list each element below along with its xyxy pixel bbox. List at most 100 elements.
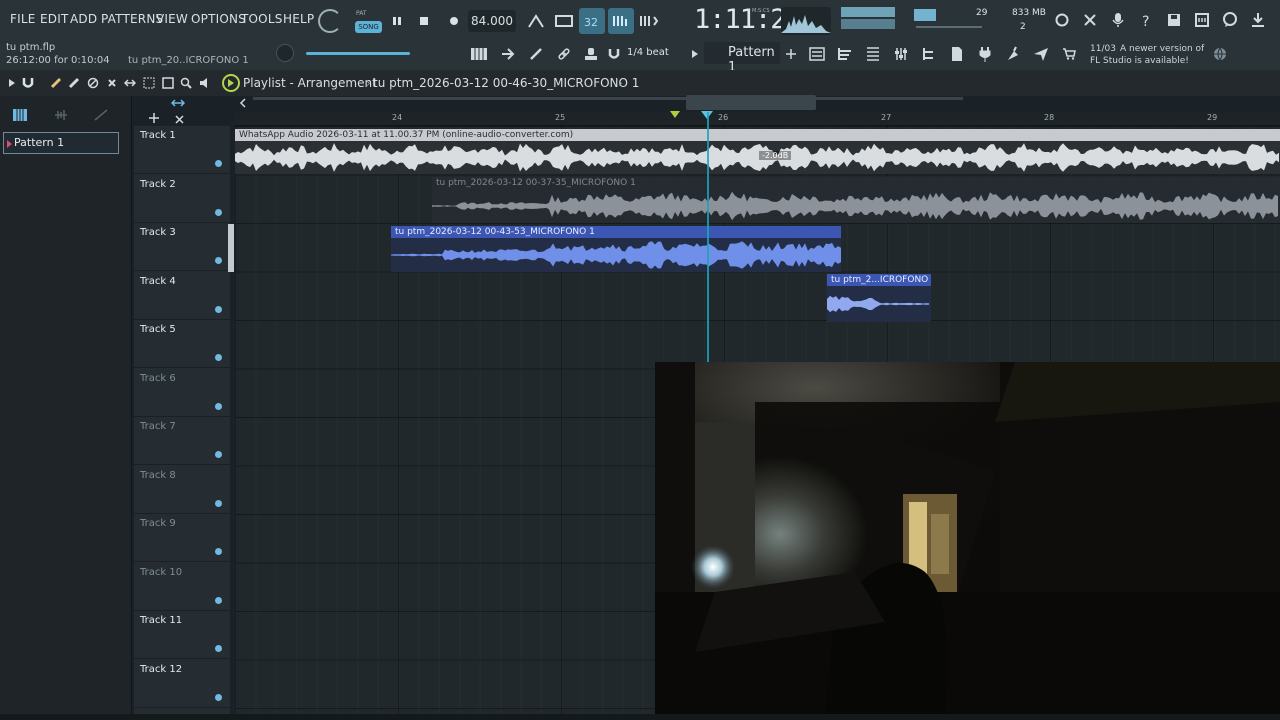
clear-button[interactable]	[173, 113, 185, 125]
record-button[interactable]	[444, 11, 464, 31]
master-volume-knob[interactable]	[318, 9, 342, 33]
channel-rack-button[interactable]	[834, 44, 856, 64]
menu-add[interactable]: ADD	[70, 12, 97, 26]
touch-controller-button[interactable]	[1002, 44, 1024, 64]
shop-button[interactable]	[1060, 46, 1078, 62]
tool-delete[interactable]	[104, 75, 120, 91]
menu-edit[interactable]: EDIT	[40, 12, 69, 26]
add-pattern-button[interactable]	[783, 46, 799, 62]
horizontal-scrollbar-thumb[interactable]	[686, 95, 816, 110]
audio-clip-microfono-0043[interactable]: tu ptm_2026-03-12 00-43-53_MICROFONO 1	[391, 226, 841, 272]
track-header[interactable]: Track 5	[134, 320, 230, 368]
picker-patterns-tab[interactable]	[12, 108, 28, 122]
horizontal-scrollbar-track[interactable]	[253, 97, 963, 100]
main-pitch-knob[interactable]	[276, 44, 294, 62]
online-button[interactable]	[1210, 45, 1230, 63]
tool-select[interactable]	[141, 75, 157, 91]
menu-view[interactable]: VIEW	[156, 12, 188, 26]
loop-start-marker[interactable]	[670, 110, 682, 120]
help-button[interactable]: ?	[1136, 10, 1156, 30]
plugin-picker-button[interactable]	[974, 44, 996, 64]
track-mute-led[interactable]	[215, 645, 222, 652]
download-button[interactable]	[1248, 10, 1268, 30]
audio-clip-microfono-short[interactable]: tu ptm_2...ICROFONO 1	[827, 274, 931, 322]
magnet-icon[interactable]	[606, 46, 622, 62]
stamp-button[interactable]	[580, 44, 602, 64]
piano-roll-button[interactable]	[468, 44, 490, 64]
menu-help[interactable]: HELP	[283, 12, 314, 26]
playlist-options-arrow[interactable]	[6, 77, 18, 89]
scroll-left-button[interactable]	[237, 97, 249, 109]
track-mute-led[interactable]	[215, 208, 222, 216]
tool-zoom[interactable]	[160, 75, 176, 91]
scripting-button[interactable]	[1030, 44, 1052, 64]
audio-clip-whatsapp[interactable]: WhatsApp Audio 2026-03-11 at 11.00.37 PM…	[235, 129, 1280, 174]
browser-tree-button[interactable]	[918, 44, 940, 64]
track-mute-led[interactable]	[215, 451, 222, 458]
track-header[interactable]: Track 10	[134, 563, 230, 611]
track-mute-led[interactable]	[215, 499, 222, 507]
tempo-display[interactable]: 84.000	[468, 10, 516, 32]
pause-button[interactable]	[387, 11, 407, 31]
track-mute-led[interactable]	[215, 402, 222, 410]
track-header[interactable]: Track 9	[134, 514, 230, 562]
tool-pencil[interactable]	[48, 75, 64, 91]
picker-automation-tab[interactable]	[93, 108, 109, 122]
link-button[interactable]	[553, 44, 575, 64]
playlist-snap-button[interactable]	[20, 75, 36, 91]
pattern-selector[interactable]: Pattern 1	[704, 42, 780, 75]
track-header[interactable]: Track 8	[134, 466, 230, 514]
expand-button[interactable]	[170, 96, 186, 110]
track-header[interactable]: Track 12	[134, 660, 230, 708]
feedback-button[interactable]	[1220, 10, 1240, 30]
countdown-button[interactable]: 32	[579, 8, 605, 34]
tool-slip[interactable]	[122, 75, 138, 91]
browser-button[interactable]	[946, 44, 968, 64]
track-mute-led[interactable]	[215, 257, 222, 264]
vertical-scrollbar-thumb[interactable]	[228, 224, 234, 272]
pattern-prev-button[interactable]	[688, 46, 702, 62]
track-mute-led[interactable]	[215, 596, 222, 604]
mixer-button[interactable]	[862, 44, 884, 64]
audio-input-button[interactable]	[1108, 10, 1128, 30]
draw-tool-button[interactable]	[525, 44, 547, 64]
update-notice-line2[interactable]: FL Studio is available!	[1090, 55, 1189, 67]
pattern-list-item[interactable]: Pattern 1	[3, 132, 119, 154]
track-mute-led[interactable]	[215, 305, 222, 313]
stop-button[interactable]	[414, 11, 434, 31]
main-volume-slider[interactable]	[306, 52, 410, 55]
tool-zoom-glass[interactable]	[178, 75, 194, 91]
audio-clip-microfono-0037[interactable]: tu ptm_2026-03-12 00-37-35_MICROFONO 1	[432, 177, 1280, 223]
track-mute-led[interactable]	[215, 354, 222, 361]
menu-file[interactable]: FILE	[10, 12, 36, 26]
tool-mute[interactable]	[85, 75, 101, 91]
mixer-cut-button[interactable]	[1080, 10, 1100, 30]
render-button[interactable]	[1192, 10, 1212, 30]
update-notice-line1[interactable]: A newer version of	[1120, 43, 1204, 55]
track-mute-led[interactable]	[215, 160, 222, 167]
playlist-button[interactable]	[806, 44, 828, 64]
tool-playback[interactable]	[197, 75, 213, 91]
track-header[interactable]: Track 4	[134, 272, 230, 320]
track-mute-led[interactable]	[215, 693, 222, 701]
faders-button[interactable]	[890, 44, 912, 64]
undo-history-button[interactable]	[1052, 10, 1072, 30]
track-header[interactable]: Track 2	[134, 175, 230, 223]
menu-patterns[interactable]: PATTERNS	[101, 12, 163, 26]
mode-song-button[interactable]: SONG	[355, 21, 382, 33]
timeline-ruler[interactable]: 24 25 26 27 28 29	[235, 112, 1280, 126]
wait-input-button[interactable]	[552, 9, 576, 33]
menu-tools[interactable]: TOOLS	[241, 12, 283, 26]
add-track-button[interactable]	[148, 112, 160, 124]
picker-audio-tab[interactable]	[53, 108, 69, 122]
playlist-window-icon[interactable]	[222, 74, 240, 92]
tool-brush[interactable]	[66, 75, 82, 91]
mode-pat-label[interactable]: PAT	[356, 10, 367, 17]
track-header[interactable]: Track 1	[134, 126, 230, 174]
track-header[interactable]: Track 3	[134, 223, 230, 271]
track-header[interactable]: Track 7	[134, 417, 230, 465]
step-edit-button[interactable]	[608, 8, 634, 34]
next-button[interactable]	[497, 44, 519, 64]
metronome-button[interactable]	[524, 9, 548, 33]
menu-options[interactable]: OPTIONS	[191, 12, 246, 26]
